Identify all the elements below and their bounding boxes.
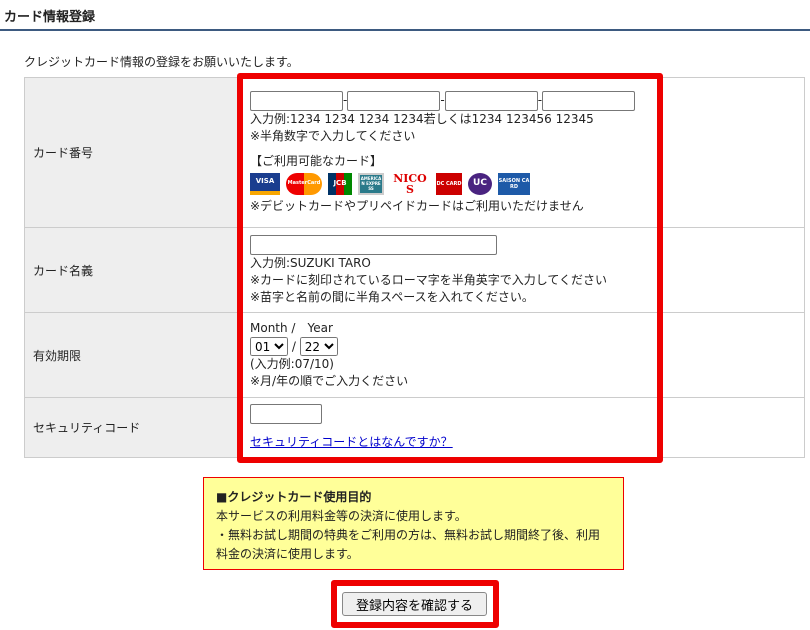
mastercard-logo: MasterCard [286, 172, 322, 195]
intro-text: クレジットカード情報の登録をお願いいたします。 [24, 55, 299, 69]
card-form-table: カード番号 - - - 入力例:1234 1234 1234 1234若しくは1… [24, 77, 805, 458]
page-title: カード情報登録 [4, 10, 96, 25]
label-card-number: カード番号 [24, 77, 238, 228]
available-cards-title: 【ご利用可能なカード】 [250, 153, 383, 168]
notice-title: ■クレジットカード使用目的 [216, 490, 372, 504]
visa-logo: VISA [250, 172, 280, 195]
card-number-input-1[interactable] [250, 90, 343, 111]
nicos-logo: NICOS [393, 172, 427, 195]
row-expiry: 有効期限 Month / Year 01 / 22 (入力例:07/10) ※月… [24, 312, 805, 398]
card-name-note-2: ※苗字と名前の間に半角スペースを入れてください。 [250, 289, 534, 304]
card-number-example: 入力例:1234 1234 1234 1234若しくは1234 123456 1… [250, 111, 594, 126]
card-number-note: ※半角数字で入力してください [250, 128, 416, 143]
header-divider [0, 29, 810, 31]
card-number-input-3[interactable] [444, 90, 538, 111]
debit-note: ※デビットカードやプリペイドカードはご利用いただけません [250, 198, 584, 213]
label-expiry: 有効期限 [24, 312, 238, 398]
usage-purpose-notice: ■クレジットカード使用目的 本サービスの利用料金等の決済に使用します。 ・無料お… [203, 477, 624, 570]
card-number-input-2[interactable] [347, 90, 441, 111]
card-number-input-4[interactable] [542, 90, 636, 111]
row-card-number: カード番号 - - - 入力例:1234 1234 1234 1234若しくは1… [24, 77, 805, 228]
card-name-note-1: ※カードに刻印されているローマ字を半角英字で入力してください [250, 272, 607, 287]
expiry-year-select[interactable]: 22 [299, 337, 338, 356]
amex-logo: AMERICAN EXPRESS [358, 172, 384, 195]
expiry-slash: / [291, 339, 296, 354]
security-code-help-link[interactable]: セキュリティコードとはなんですか？ [250, 435, 453, 449]
saison-card-logo: SAISON CARD [498, 172, 530, 195]
uc-logo: UC [468, 172, 492, 195]
dc-card-logo: DC CARD [436, 172, 462, 195]
expiry-header: Month / Year [250, 321, 333, 335]
expiry-month-select[interactable]: 01 [250, 337, 288, 356]
notice-line-1: 本サービスの利用料金等の決済に使用します。 [216, 509, 467, 523]
jcb-logo: JCB [328, 172, 352, 195]
notice-line-2: ・無料お試し期間の特典をご利用の方は、無料お試し期間終了後、利用料金の決済に使用… [216, 528, 601, 561]
security-code-input[interactable] [250, 404, 322, 424]
card-name-input[interactable] [250, 234, 497, 255]
label-security-code: セキュリティコード [24, 397, 238, 458]
row-card-name: カード名義 入力例:SUZUKI TARO ※カードに刻印されているローマ字を半… [24, 227, 805, 313]
expiry-example: (入力例:07/10) [250, 357, 334, 371]
expiry-note: ※月/年の順でご入力ください [250, 374, 409, 388]
confirm-button[interactable]: 登録内容を確認する [342, 592, 487, 616]
label-card-name: カード名義 [24, 227, 238, 313]
row-security-code: セキュリティコード セキュリティコードとはなんですか？ [24, 397, 805, 458]
card-name-example: 入力例:SUZUKI TARO [250, 255, 371, 270]
card-brand-logos: VISA MasterCard JCB AMERICAN EXPRESS NIC… [250, 172, 792, 195]
